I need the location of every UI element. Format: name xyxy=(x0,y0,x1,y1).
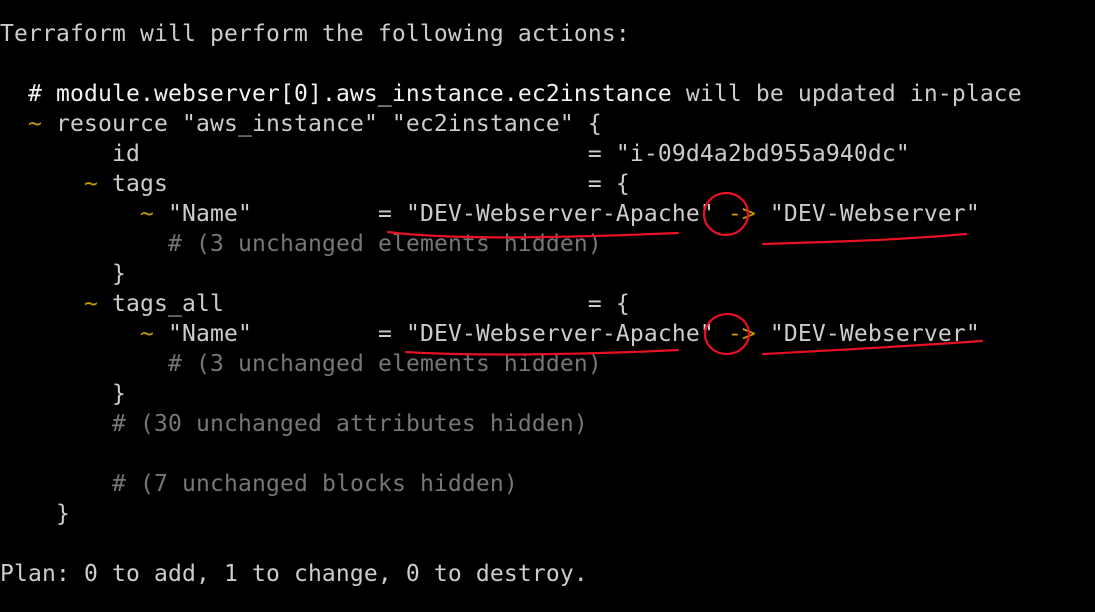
tags-update-marker: ~ xyxy=(84,171,98,197)
tags-attribute: tags = { xyxy=(112,171,630,197)
resource-declaration: resource "aws_instance" "ec2instance" { xyxy=(56,111,602,137)
tags-all-new-value: "DEV-Webserver" xyxy=(769,321,980,347)
id-attribute: id = "i-09d4a2bd955a940dc" xyxy=(112,141,910,167)
tags-name-update-marker: ~ xyxy=(140,201,154,227)
resource-comment-line: # module.webserver[0].aws_instance.ec2in… xyxy=(28,79,1022,109)
tags-close-brace-text: } xyxy=(112,261,126,287)
unchanged-attributes-text: # (30 unchanged attributes hidden) xyxy=(112,411,588,437)
tags-line: ~ tags = { xyxy=(84,169,630,199)
tags-all-name-update-marker: ~ xyxy=(140,321,154,347)
tags-all-close-brace-text: } xyxy=(112,381,126,407)
tags-all-unchanged-elements: # (3 unchanged elements hidden) xyxy=(168,349,602,379)
resource-close-brace-text: } xyxy=(56,501,70,527)
resource-line: ~ resource "aws_instance" "ec2instance" … xyxy=(28,109,602,139)
tags-name-change-line: ~ "Name" = "DEV-Webserver-Apache" -> "DE… xyxy=(140,199,980,229)
plan-header: Terraform will perform the following act… xyxy=(0,19,630,49)
tags-all-attribute: tags_all = { xyxy=(112,291,630,317)
tags-unchanged-elements: # (3 unchanged elements hidden) xyxy=(168,229,602,259)
new-value-underline-1 xyxy=(761,232,968,246)
tags-all-change-arrow: -> xyxy=(727,321,756,347)
tags-all-unchanged-elements-text: # (3 unchanged elements hidden) xyxy=(168,351,602,377)
plan-summary-text: Plan: 0 to add, 1 to change, 0 to destro… xyxy=(0,561,588,587)
resource-address: # module.webserver[0].aws_instance.ec2in… xyxy=(28,81,672,107)
tags-old-value: "DEV-Webserver-Apache" xyxy=(405,201,714,227)
plan-summary: Plan: 0 to add, 1 to change, 0 to destro… xyxy=(0,559,588,589)
plan-header-text: Terraform will perform the following act… xyxy=(0,21,630,47)
tags-all-old-value: "DEV-Webserver-Apache" xyxy=(405,321,714,347)
update-action-text: will be updated in-place xyxy=(671,81,1022,107)
tags-all-line: ~ tags_all = { xyxy=(84,289,630,319)
tags-close-brace: } xyxy=(112,259,126,289)
id-attribute-line: id = "i-09d4a2bd955a940dc" xyxy=(112,139,910,169)
tags-name-key: "Name" = xyxy=(168,201,406,227)
unchanged-blocks-note: # (7 unchanged blocks hidden) xyxy=(112,469,518,499)
tags-unchanged-elements-text: # (3 unchanged elements hidden) xyxy=(168,231,602,257)
unchanged-attributes-note: # (30 unchanged attributes hidden) xyxy=(112,409,588,439)
tags-all-update-marker: ~ xyxy=(84,291,98,317)
unchanged-blocks-text: # (7 unchanged blocks hidden) xyxy=(112,471,518,497)
resource-close-brace: } xyxy=(56,499,70,529)
terminal-window[interactable]: Terraform will perform the following act… xyxy=(0,0,1095,612)
update-marker: ~ xyxy=(28,111,42,137)
tags-new-value: "DEV-Webserver" xyxy=(769,201,980,227)
tags-all-name-key: "Name" = xyxy=(168,321,406,347)
tags-change-arrow: -> xyxy=(727,201,756,227)
tags-all-close-brace: } xyxy=(112,379,126,409)
tags-all-name-change-line: ~ "Name" = "DEV-Webserver-Apache" -> "DE… xyxy=(140,319,980,349)
